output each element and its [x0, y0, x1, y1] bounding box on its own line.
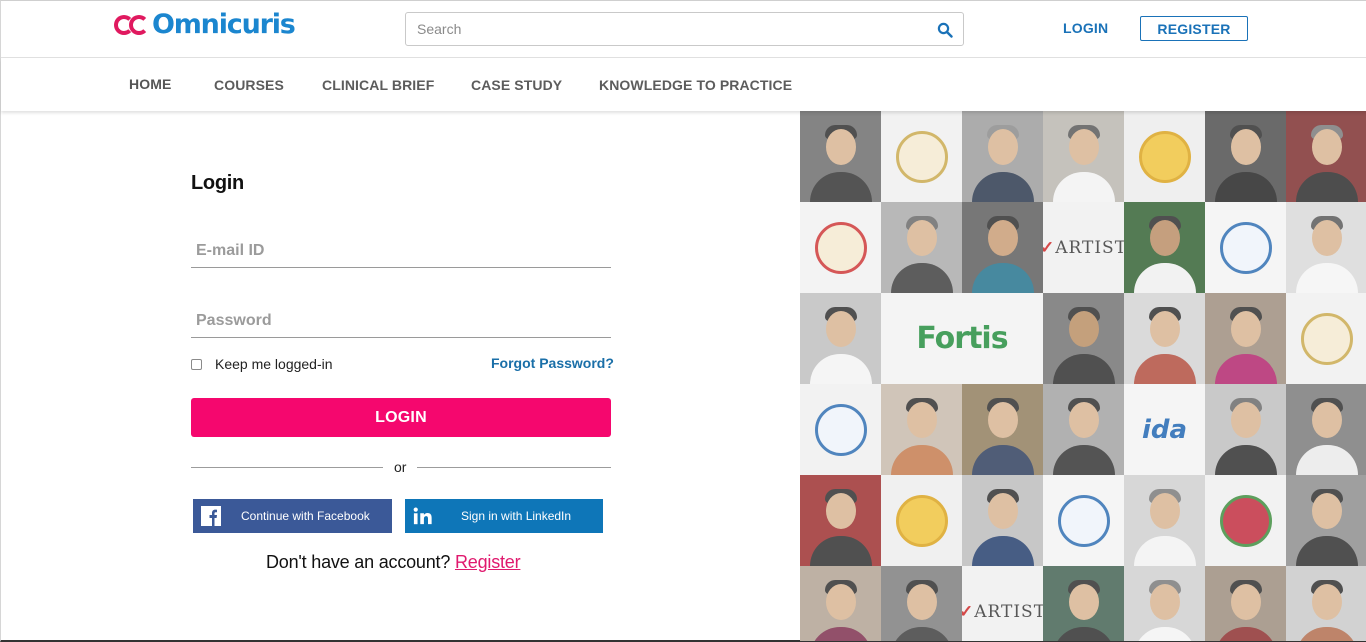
facebook-icon [201, 506, 221, 526]
keep-logged-in: Keep me logged-in [191, 356, 333, 372]
mosaic-seal-icon [800, 202, 881, 293]
mosaic-seal-icon [1124, 111, 1205, 202]
nav-home[interactable]: HOME [129, 76, 171, 92]
mosaic-seal-icon [1205, 475, 1286, 566]
mosaic-photo [881, 202, 962, 293]
keep-logged-in-label[interactable]: Keep me logged-in [215, 356, 333, 372]
mosaic-photo [1043, 293, 1124, 384]
facebook-login-button[interactable]: Continue with Facebook [193, 499, 392, 533]
mosaic-ida-logo: ida [1124, 384, 1205, 475]
or-separator: or [394, 459, 407, 475]
mosaic-seal-icon [881, 111, 962, 202]
mosaic-artist-logo: ✓ ARTIST [1043, 202, 1124, 293]
mosaic-photo [1205, 566, 1286, 641]
mosaic-photo [1124, 293, 1205, 384]
mosaic-photo [881, 566, 962, 641]
mosaic-photo [962, 111, 1043, 202]
mosaic-photo [800, 293, 881, 384]
mosaic-seal-icon [800, 384, 881, 475]
mosaic-photo [800, 111, 881, 202]
login-page: Omnicuris LOGIN REGISTER HOME COURSES CL… [0, 0, 1366, 642]
mosaic-fortis-logo: Fortis [881, 293, 1043, 384]
nav-courses[interactable]: COURSES [214, 77, 284, 93]
divider-left [191, 467, 383, 468]
login-button[interactable]: LOGIN [191, 398, 611, 437]
omnicuris-logo[interactable]: Omnicuris [114, 8, 296, 40]
search-box [405, 12, 964, 46]
password-field[interactable] [191, 304, 611, 338]
mosaic-photo [1205, 293, 1286, 384]
mosaic-photo [1043, 384, 1124, 475]
mosaic-photo [800, 475, 881, 566]
search-icon[interactable] [937, 22, 953, 38]
mosaic-photo [1124, 566, 1205, 641]
logo-text: Omnicuris [152, 8, 296, 40]
login-title: Login [191, 172, 244, 194]
header-register-button[interactable]: REGISTER [1140, 16, 1248, 41]
mosaic-photo [1286, 475, 1366, 566]
facebook-label: Continue with Facebook [241, 509, 370, 523]
linkedin-label: Sign in with LinkedIn [461, 509, 572, 523]
mosaic-photo [1124, 475, 1205, 566]
mosaic-photo [1043, 111, 1124, 202]
search-input[interactable] [406, 13, 926, 45]
no-account-prompt: Don't have an account? Register [266, 552, 521, 573]
nav-case-study[interactable]: CASE STUDY [471, 77, 562, 93]
logo-mark-icon [114, 11, 150, 37]
mosaic-photo [1205, 384, 1286, 475]
main-nav: HOME COURSES CLINICAL BRIEF CASE STUDY K… [1, 58, 1366, 111]
mosaic-photo [1286, 384, 1366, 475]
no-account-text: Don't have an account? [266, 552, 451, 572]
nav-knowledge-to-practice[interactable]: KNOWLEDGE TO PRACTICE [599, 77, 792, 93]
nav-clinical-brief[interactable]: CLINICAL BRIEF [322, 77, 434, 93]
mosaic-photo [962, 384, 1043, 475]
linkedin-login-button[interactable]: Sign in with LinkedIn [405, 499, 603, 533]
mosaic-seal-icon [1286, 293, 1366, 384]
register-link[interactable]: Register [455, 552, 521, 572]
mosaic-artist-logo: ✓ ARTIST [962, 566, 1043, 641]
mosaic-photo [962, 202, 1043, 293]
mosaic-seal-icon [881, 475, 962, 566]
mosaic-seal-icon [1043, 475, 1124, 566]
keep-logged-in-checkbox[interactable] [191, 358, 202, 370]
email-field[interactable] [191, 234, 611, 268]
mosaic-photo [1205, 111, 1286, 202]
mosaic-seal-icon [1205, 202, 1286, 293]
forgot-password-link[interactable]: Forgot Password? [491, 355, 614, 371]
mosaic-photo [881, 384, 962, 475]
mosaic-photo [1286, 202, 1366, 293]
mosaic-photo [1286, 111, 1366, 202]
mosaic-photo [1124, 202, 1205, 293]
divider-right [417, 467, 611, 468]
mosaic-photo [800, 566, 881, 641]
header-login-link[interactable]: LOGIN [1063, 20, 1108, 36]
mosaic-photo [1043, 566, 1124, 641]
linkedin-icon [413, 506, 433, 526]
doctors-mosaic: ✓ ARTIST Fortis ida ✓ ARTIST [800, 111, 1366, 641]
mosaic-photo [1286, 566, 1366, 641]
top-header: Omnicuris LOGIN REGISTER [1, 1, 1366, 58]
mosaic-photo [962, 475, 1043, 566]
